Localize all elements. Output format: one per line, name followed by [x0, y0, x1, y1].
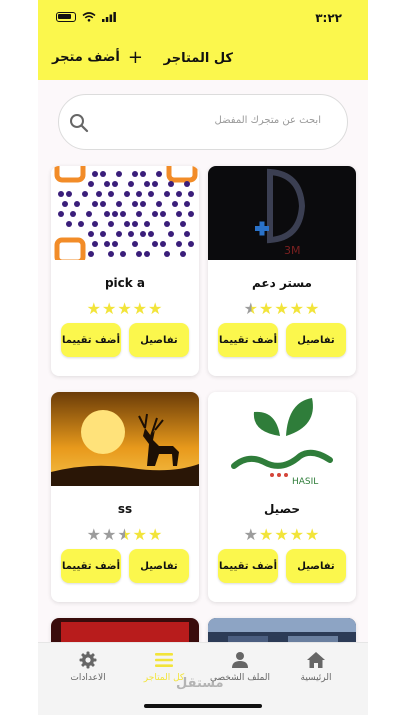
menu-icon	[155, 653, 173, 667]
star-rating: ★★★★★	[86, 525, 164, 544]
store-card[interactable]: ss ★★★★★ تفاصيل أضف تقييما	[51, 392, 199, 602]
person-icon	[232, 652, 248, 668]
star-rating: ★★★★★	[86, 299, 164, 318]
details-button[interactable]: تفاصيل	[129, 549, 189, 583]
details-button[interactable]: تفاصيل	[286, 549, 346, 583]
tab-home[interactable]: الرئيسية	[278, 651, 354, 683]
store-card[interactable]: pick a ★★★★★ تفاصيل أضف تقييما	[51, 166, 199, 376]
tab-label: الاعدادات	[70, 673, 106, 683]
add-store-button[interactable]: أضف متجر +	[52, 46, 143, 68]
details-button[interactable]: تفاصيل	[129, 323, 189, 357]
store-name: حصيل	[263, 502, 301, 516]
svg-text:HASIL: HASIL	[292, 477, 318, 486]
page-title: كل المتاجر	[163, 51, 233, 66]
add-rating-button[interactable]: أضف تقييما	[218, 549, 278, 583]
store-name: pick a	[104, 276, 146, 290]
store-image-qr-code	[51, 166, 199, 260]
add-rating-button[interactable]: أضف تقييما	[61, 323, 121, 357]
search-input[interactable]: ابحث عن متجرك المفضل	[58, 94, 348, 150]
status-time: ٣:٢٢	[315, 11, 342, 25]
status-icons	[56, 12, 116, 22]
store-card[interactable]: HASIL حصيل ★★★★★ تفاصيل أضف تقييما	[208, 392, 356, 602]
star-rating: ★★★★★	[243, 525, 321, 544]
store-name: مستر دعم	[252, 276, 312, 290]
store-image-dark-logo: 3M	[208, 166, 356, 260]
gear-icon	[79, 651, 97, 669]
battery-icon	[56, 12, 76, 22]
store-card[interactable]: 3M مستر دعم ★★★★★ تفاصيل أضف تقييما	[208, 166, 356, 376]
svg-text:3M: 3M	[284, 244, 301, 257]
stores-content: ابحث عن متجرك المفضل 3M مستر دعم ★★★★★ ت…	[38, 80, 368, 658]
watermark-logo: مستقل	[176, 676, 224, 691]
home-icon	[307, 652, 325, 668]
plus-icon: +	[127, 46, 143, 68]
star-rating: ★★★★★	[243, 299, 321, 318]
add-store-label: أضف متجر	[52, 50, 120, 65]
add-rating-button[interactable]: أضف تقييما	[61, 549, 121, 583]
home-indicator	[144, 704, 262, 708]
tab-label: الرئيسية	[300, 673, 332, 683]
app-screen: ٣:٢٢ كل المتاجر أضف متجر + ابحث عن متجرك…	[38, 0, 368, 715]
store-image-deer-sunset	[51, 392, 199, 486]
search-icon	[70, 114, 89, 133]
store-image-hasil-logo: HASIL	[208, 392, 356, 486]
add-rating-button[interactable]: أضف تقييما	[218, 323, 278, 357]
signal-icon	[102, 12, 116, 22]
details-button[interactable]: تفاصيل	[286, 323, 346, 357]
top-app-bar: ٣:٢٢ كل المتاجر أضف متجر +	[38, 0, 368, 80]
tab-settings[interactable]: الاعدادات	[50, 651, 126, 683]
store-name: ss	[117, 502, 133, 516]
wifi-icon	[82, 12, 96, 22]
search-placeholder: ابحث عن متجرك المفضل	[214, 115, 321, 126]
